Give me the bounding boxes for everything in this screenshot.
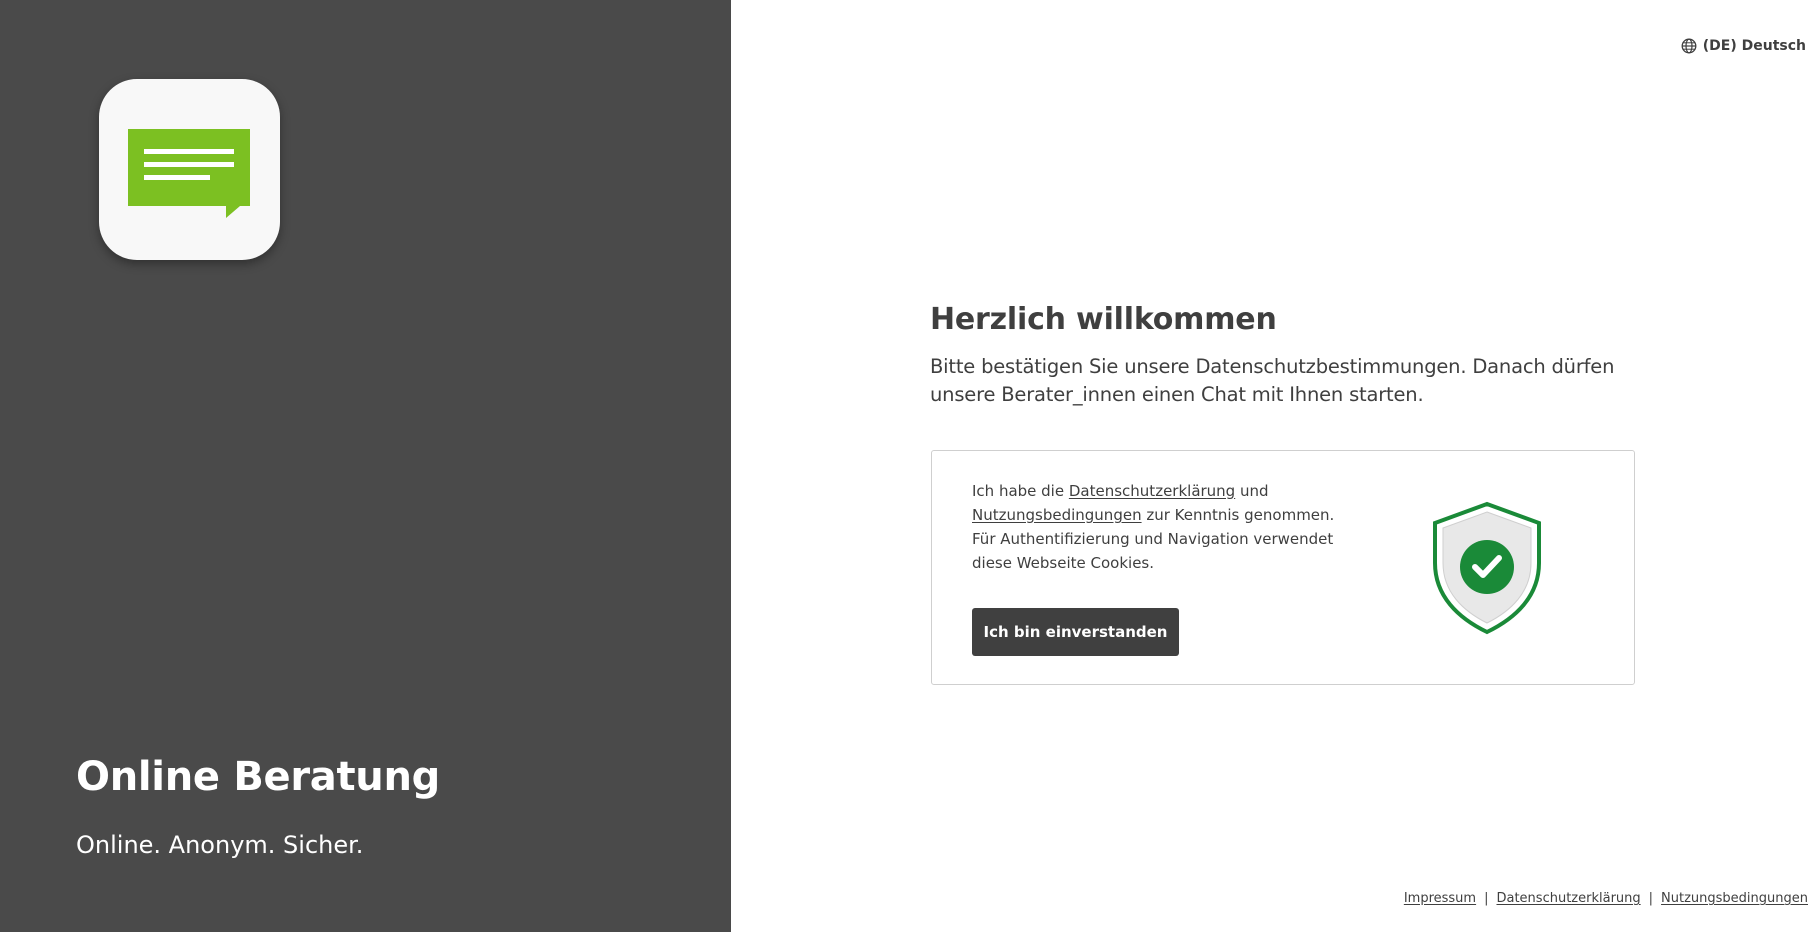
branding-panel: Online Beratung Online. Anonym. Sicher. (0, 0, 731, 932)
globe-icon (1681, 38, 1697, 54)
footer-separator: | (1484, 891, 1489, 906)
chat-bubble-icon (128, 129, 250, 218)
footer-link-impressum[interactable]: Impressum (1404, 891, 1476, 906)
consent-prefix: Ich habe die (972, 482, 1065, 500)
terms-of-use-link[interactable]: Nutzungsbedingungen (972, 506, 1142, 524)
footer-links: Impressum | Datenschutzerklärung | Nutzu… (1404, 891, 1808, 906)
footer-link-privacy[interactable]: Datenschutzerklärung (1496, 891, 1640, 906)
app-logo (99, 79, 280, 260)
consent-and: und (1240, 482, 1269, 500)
privacy-policy-link[interactable]: Datenschutzerklärung (1069, 482, 1235, 500)
agree-button[interactable]: Ich bin einverstanden (972, 608, 1179, 656)
shield-check-icon (1433, 501, 1541, 635)
welcome-text: Bitte bestätigen Sie unsere Datenschutzb… (930, 355, 1615, 406)
consent-text: Ich habe die Datenschutzerklärung und Nu… (972, 479, 1357, 575)
brand-claim: Online. Anonym. Sicher. (76, 831, 364, 859)
footer-separator: | (1648, 891, 1654, 906)
page: Online Beratung Online. Anonym. Sicher. … (0, 0, 1820, 932)
footer-link-terms[interactable]: Nutzungsbedingungen (1661, 891, 1808, 906)
consent-box: Ich habe die Datenschutzerklärung und Nu… (931, 450, 1635, 685)
brand-title: Online Beratung (76, 754, 440, 800)
language-switch[interactable]: (DE) Deutsch (1681, 34, 1806, 58)
welcome-title: Herzlich willkommen (930, 302, 1277, 337)
language-label: (DE) Deutsch (1702, 38, 1806, 54)
